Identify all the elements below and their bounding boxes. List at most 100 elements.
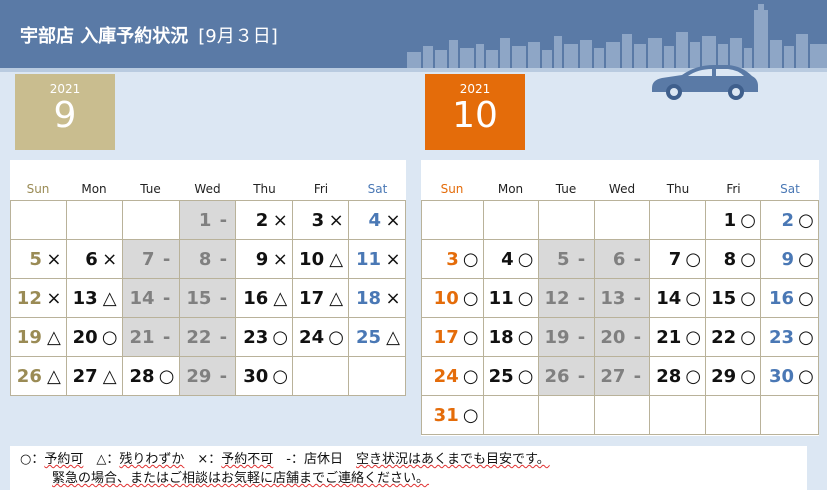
day-cell: 17 ○: [421, 317, 484, 357]
day-cell: 15-: [178, 278, 237, 318]
day-cell: 22-: [178, 317, 237, 357]
availability-mark: -: [219, 326, 228, 348]
day-number: 28: [656, 365, 682, 387]
day-number: 9: [255, 248, 269, 270]
availability-mark: ○: [740, 287, 756, 309]
availability-mark: -: [162, 248, 171, 270]
day-number: 17: [299, 287, 325, 309]
legend-available-symbol: ○：: [20, 452, 45, 467]
day-cell: 21 ○: [649, 317, 707, 357]
legend-line-2: 緊急の場合、またはご相談はお気軽に店舗までご連絡ください。: [52, 471, 430, 486]
empty-cell: [121, 200, 180, 240]
availability-mark: △: [329, 287, 344, 309]
day-number: 24: [299, 326, 325, 348]
day-number: 8: [723, 248, 737, 270]
availability-mark: ○: [462, 287, 479, 309]
availability-mark: -: [162, 326, 171, 348]
day-number: 13: [600, 287, 626, 309]
legend-closed: -：店休日: [273, 452, 356, 467]
day-number: 11: [488, 287, 514, 309]
day-cell: 13 △: [65, 278, 123, 318]
availability-mark: ○: [798, 326, 814, 348]
month-label: 10: [452, 95, 498, 136]
day-number: 29: [711, 365, 737, 387]
day-number: 1: [198, 209, 212, 231]
day-number: 2: [255, 209, 269, 231]
day-number: 22: [186, 326, 212, 348]
day-cell: 14 ○: [649, 278, 707, 318]
availability-mark: ○: [462, 404, 479, 426]
current-date: [9月３日]: [198, 26, 278, 47]
empty-cell: [760, 395, 819, 435]
day-cell: 7-: [121, 239, 180, 279]
availability-mark: ○: [740, 209, 756, 231]
weekday-header: Sun Mon Tue Wed Thu Fri Sat: [10, 160, 406, 200]
day-cell: 2 ○: [760, 200, 819, 240]
day-cell: 12 ×: [10, 278, 67, 318]
day-number: 30: [768, 365, 794, 387]
availability-mark: ×: [102, 248, 118, 270]
day-number: 4: [368, 209, 381, 231]
day-number: 16: [768, 287, 794, 309]
week-row: 10 ○ 11 ○ 12-13-14 ○ 15 ○ 16 ○: [421, 278, 819, 318]
availability-mark: -: [219, 248, 228, 270]
week-row: 12 × 13 △ 14-15-16 △ 17 △ 18 ×: [10, 278, 406, 318]
day-cell: 22 ○: [705, 317, 762, 357]
availability-mark: -: [162, 287, 171, 309]
availability-mark: ○: [740, 365, 756, 387]
availability-mark: ×: [385, 287, 401, 309]
day-cell: 20 ○: [65, 317, 123, 357]
day-cell: 5 ×: [10, 239, 67, 279]
day-number: 27: [600, 365, 626, 387]
availability-mark: ×: [385, 209, 401, 231]
day-cell: 25 △: [348, 317, 406, 357]
weekday-sat: Sat: [780, 182, 800, 196]
empty-cell: [593, 395, 651, 435]
day-cell: 9 ×: [235, 239, 294, 279]
day-number: 4: [501, 248, 514, 270]
day-cell: 23 ○: [760, 317, 819, 357]
day-number: 15: [186, 287, 212, 309]
availability-mark: △: [102, 287, 117, 309]
day-cell: 15 ○: [705, 278, 762, 318]
day-number: 10: [299, 248, 325, 270]
day-number: 7: [668, 248, 682, 270]
weekday-mon: Mon: [497, 182, 524, 196]
availability-mark: ○: [517, 365, 534, 387]
day-number: 24: [433, 365, 459, 387]
week-row: 1-2 × 3 × 4 ×: [10, 200, 406, 240]
weekday-thu: Thu: [253, 182, 276, 196]
day-cell: 17 △: [292, 278, 350, 318]
day-number: 6: [612, 248, 626, 270]
availability-mark: -: [219, 209, 228, 231]
day-cell: 25 ○: [482, 356, 539, 396]
empty-cell: [593, 200, 651, 240]
day-cell: 24 ○: [292, 317, 350, 357]
day-number: 18: [355, 287, 381, 309]
weekday-sat: Sat: [367, 182, 388, 196]
empty-cell: [348, 356, 406, 396]
store-title: 宇部店 入庫予約状況: [20, 26, 189, 47]
day-cell: 26-: [537, 356, 595, 396]
day-cell: 4 ○: [482, 239, 539, 279]
day-number: 14: [656, 287, 682, 309]
day-cell: 16 △: [235, 278, 294, 318]
day-cell: 30 ○: [760, 356, 819, 396]
car-icon: [652, 65, 758, 100]
weekday-mon: Mon: [81, 182, 107, 196]
day-number: 25: [355, 326, 381, 348]
day-number: 5: [29, 248, 42, 270]
day-cell: 7 ○: [649, 239, 707, 279]
month-badge-october: 2021 10: [425, 74, 525, 150]
page-title: 宇部店 入庫予約状況 [9月３日]: [20, 22, 278, 48]
day-number: 11: [355, 248, 381, 270]
day-cell: 2 ×: [235, 200, 294, 240]
availability-mark: -: [219, 365, 228, 387]
day-number: 6: [85, 248, 98, 270]
calendar-grid: 1 ○ 2 ○ 3 ○ 4 ○ 5-6-7 ○ 8 ○ 9 ○ 10 ○ 11 ○ 12-13-14 ○ 15 ○ 16 ○ 1…: [421, 200, 819, 435]
day-cell: 27-: [593, 356, 651, 396]
day-number: 17: [433, 326, 459, 348]
day-cell: 31 ○: [421, 395, 484, 435]
day-number: 26: [16, 365, 42, 387]
availability-mark: ○: [517, 248, 534, 270]
